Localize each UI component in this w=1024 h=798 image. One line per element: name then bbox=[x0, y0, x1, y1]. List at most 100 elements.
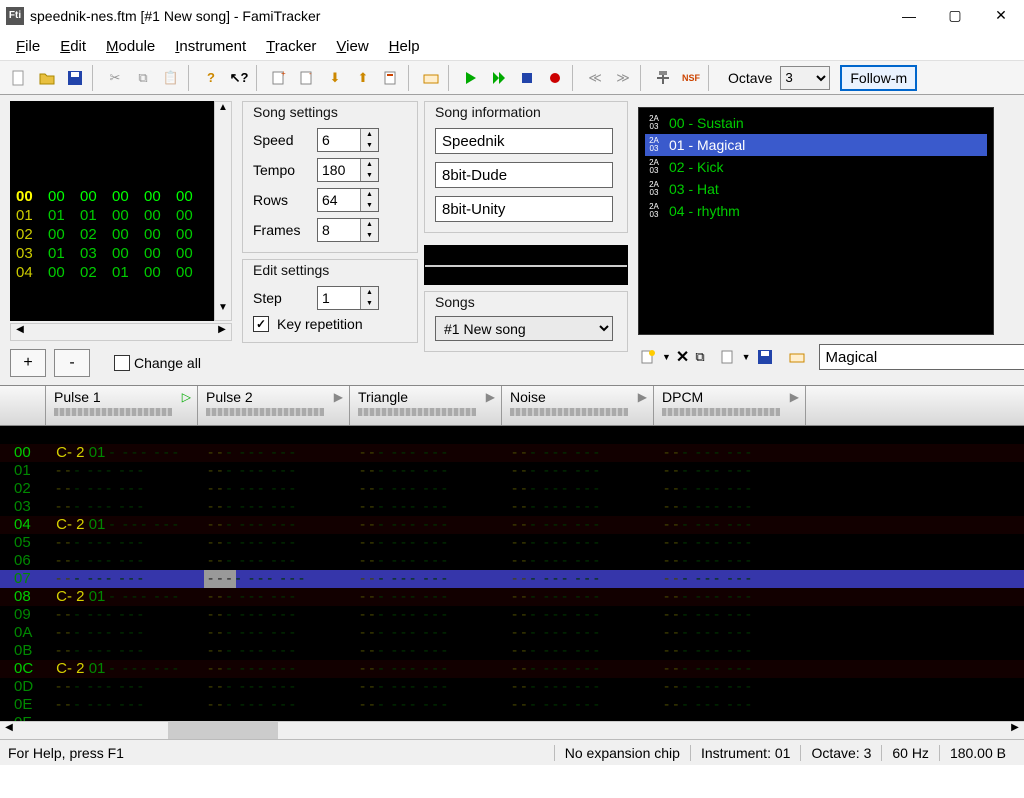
pattern-row[interactable]: 0A - - - - - - - - - - - - - - - - - - -… bbox=[0, 624, 1024, 642]
arrow-up-icon[interactable]: ⬆ bbox=[350, 65, 376, 91]
instrument-clone-icon[interactable]: ⧉ bbox=[694, 344, 705, 370]
song-settings-title: Song settings bbox=[253, 104, 407, 120]
frame-list[interactable]: 0000000000000101010000000200020000000301… bbox=[10, 101, 214, 321]
instrument-item[interactable]: 2A0303 - Hat bbox=[645, 178, 987, 200]
instrument-name-input[interactable] bbox=[819, 344, 1024, 370]
pattern-row[interactable]: 06 - - - - - - - - - - - - - - - - - - -… bbox=[0, 552, 1024, 570]
frame-add-button[interactable]: + bbox=[10, 349, 46, 377]
rows-input[interactable]: ▲▼ bbox=[317, 188, 379, 212]
menu-file[interactable]: File bbox=[8, 34, 48, 59]
song-name-input[interactable] bbox=[435, 128, 613, 154]
play-loop-icon[interactable] bbox=[486, 65, 512, 91]
pattern-row[interactable]: 0D - - - - - - - - - - - - - - - - - - -… bbox=[0, 678, 1024, 696]
status-instrument: Instrument: 01 bbox=[690, 745, 801, 761]
cut-icon[interactable]: ✂ bbox=[102, 65, 128, 91]
minimize-button[interactable]: ― bbox=[886, 0, 932, 31]
step-input[interactable]: ▲▼ bbox=[317, 286, 379, 310]
menu-help[interactable]: Help bbox=[381, 34, 428, 59]
channel-header[interactable]: Pulse 2▶ bbox=[198, 386, 350, 425]
change-all-checkbox[interactable] bbox=[114, 355, 130, 371]
pattern-row[interactable]: 0E - - - - - - - - - - - - - - - - - - -… bbox=[0, 696, 1024, 714]
dropdown-icon[interactable]: ▼ bbox=[742, 352, 751, 362]
pattern-row[interactable]: 07 - - - - - - - - - - - - - - - - - - -… bbox=[0, 570, 1024, 588]
frame-scrollbar-v[interactable]: ▲▼ bbox=[214, 101, 232, 321]
help-icon[interactable]: ? bbox=[198, 65, 224, 91]
open-file-icon[interactable] bbox=[34, 65, 60, 91]
instrument-edit-icon[interactable] bbox=[418, 65, 444, 91]
instrument-save-icon[interactable] bbox=[755, 344, 775, 370]
frame-remove-button[interactable]: - bbox=[54, 349, 90, 377]
play-icon[interactable] bbox=[458, 65, 484, 91]
frame-row[interactable]: 030103000000 bbox=[16, 244, 208, 263]
stop-icon[interactable] bbox=[514, 65, 540, 91]
instrument-item[interactable]: 2A0302 - Kick bbox=[645, 156, 987, 178]
tempo-input[interactable]: ▲▼ bbox=[317, 158, 379, 182]
pattern-row[interactable]: 0B - - - - - - - - - - - - - - - - - - -… bbox=[0, 642, 1024, 660]
instrument-import-icon[interactable] bbox=[718, 344, 738, 370]
module-remove-icon[interactable]: - bbox=[294, 65, 320, 91]
speed-label: Speed bbox=[253, 132, 309, 148]
maximize-button[interactable]: ▢ bbox=[932, 0, 978, 31]
instrument-item[interactable]: 2A0300 - Sustain bbox=[645, 112, 987, 134]
pattern-row[interactable]: 04 C- 2 01 - - - - - - - - - - - - - - -… bbox=[0, 516, 1024, 534]
channel-header[interactable]: Pulse 1▷ bbox=[46, 386, 198, 425]
frame-row[interactable]: 000000000000 bbox=[16, 187, 208, 206]
menu-module[interactable]: Module bbox=[98, 34, 163, 59]
pattern-row[interactable]: 09 - - - - - - - - - - - - - - - - - - -… bbox=[0, 606, 1024, 624]
instrument-edit-icon[interactable] bbox=[787, 344, 807, 370]
channel-header[interactable]: DPCM▶ bbox=[654, 386, 806, 425]
module-add-icon[interactable]: + bbox=[266, 65, 292, 91]
arrow-down-icon[interactable]: ⬇ bbox=[322, 65, 348, 91]
pattern-row[interactable]: 00 C- 2 01 - - - - - - - - - - - - - - -… bbox=[0, 444, 1024, 462]
pattern-row[interactable]: 01 - - - - - - - - - - - - - - - - - - -… bbox=[0, 462, 1024, 480]
menu-edit[interactable]: Edit bbox=[52, 34, 94, 59]
pattern-scrollbar-h[interactable]: ◀▶ bbox=[0, 721, 1024, 739]
nsf-export-icon[interactable]: NSF bbox=[678, 65, 704, 91]
follow-mode-button[interactable]: Follow-m bbox=[840, 65, 917, 91]
frame-editor-pane: 0000000000000101010000000200020000000301… bbox=[0, 95, 238, 385]
pattern-row[interactable]: 05 - - - - - - - - - - - - - - - - - - -… bbox=[0, 534, 1024, 552]
channel-header[interactable]: Noise▶ bbox=[502, 386, 654, 425]
frames-input[interactable]: ▲▼ bbox=[317, 218, 379, 242]
song-author-input[interactable] bbox=[435, 162, 613, 188]
speed-input[interactable]: ▲▼ bbox=[317, 128, 379, 152]
pattern-row[interactable]: 0C C- 2 01 - - - - - - - - - - - - - - -… bbox=[0, 660, 1024, 678]
cursor-icon[interactable]: ↖? bbox=[226, 65, 252, 91]
songs-select[interactable]: #1 New song bbox=[435, 316, 613, 341]
rewind-icon[interactable]: ≪ bbox=[582, 65, 608, 91]
channel-header[interactable]: Triangle▶ bbox=[350, 386, 502, 425]
menu-tracker[interactable]: Tracker bbox=[258, 34, 324, 59]
pattern-row[interactable]: 08 C- 2 01 - - - - - - - - - - - - - - -… bbox=[0, 588, 1024, 606]
forward-icon[interactable]: ≫ bbox=[610, 65, 636, 91]
record-icon[interactable] bbox=[542, 65, 568, 91]
frames-label: Frames bbox=[253, 222, 309, 238]
dropdown-icon[interactable]: ▼ bbox=[662, 352, 671, 362]
close-button[interactable]: ✕ bbox=[978, 0, 1024, 31]
menu-instrument[interactable]: Instrument bbox=[167, 34, 254, 59]
song-copyright-input[interactable] bbox=[435, 196, 613, 222]
instrument-delete-icon[interactable]: ✕ bbox=[675, 344, 690, 370]
frame-row[interactable]: 040002010000 bbox=[16, 263, 208, 282]
instrument-list[interactable]: 2A0300 - Sustain2A0301 - Magical2A0302 -… bbox=[638, 107, 994, 335]
new-file-icon[interactable] bbox=[6, 65, 32, 91]
frame-scrollbar-h[interactable]: ◀▶ bbox=[10, 323, 232, 341]
paste-icon[interactable]: 📋 bbox=[158, 65, 184, 91]
key-repetition-checkbox[interactable]: ✓ bbox=[253, 316, 269, 332]
save-file-icon[interactable] bbox=[62, 65, 88, 91]
pattern-row[interactable]: 0F - - - - - - - - - - - - - - - - - - -… bbox=[0, 714, 1024, 721]
pattern-row[interactable]: 03 - - - - - - - - - - - - - - - - - - -… bbox=[0, 498, 1024, 516]
pattern-editor[interactable]: 00 C- 2 01 - - - - - - - - - - - - - - -… bbox=[0, 426, 1024, 721]
rows-label: Rows bbox=[253, 192, 309, 208]
instrument-new-icon[interactable] bbox=[638, 344, 658, 370]
pattern-row[interactable]: 02 - - - - - - - - - - - - - - - - - - -… bbox=[0, 480, 1024, 498]
status-bar: For Help, press F1 No expansion chip Ins… bbox=[0, 739, 1024, 765]
instrument-item[interactable]: 2A0304 - rhythm bbox=[645, 200, 987, 222]
settings-icon[interactable] bbox=[650, 65, 676, 91]
octave-select[interactable]: 3 bbox=[780, 66, 830, 90]
frame-row[interactable]: 020002000000 bbox=[16, 225, 208, 244]
copy-icon[interactable]: ⧉ bbox=[130, 65, 156, 91]
module-props-icon[interactable] bbox=[378, 65, 404, 91]
instrument-item[interactable]: 2A0301 - Magical bbox=[645, 134, 987, 156]
menu-view[interactable]: View bbox=[328, 34, 376, 59]
frame-row[interactable]: 010101000000 bbox=[16, 206, 208, 225]
